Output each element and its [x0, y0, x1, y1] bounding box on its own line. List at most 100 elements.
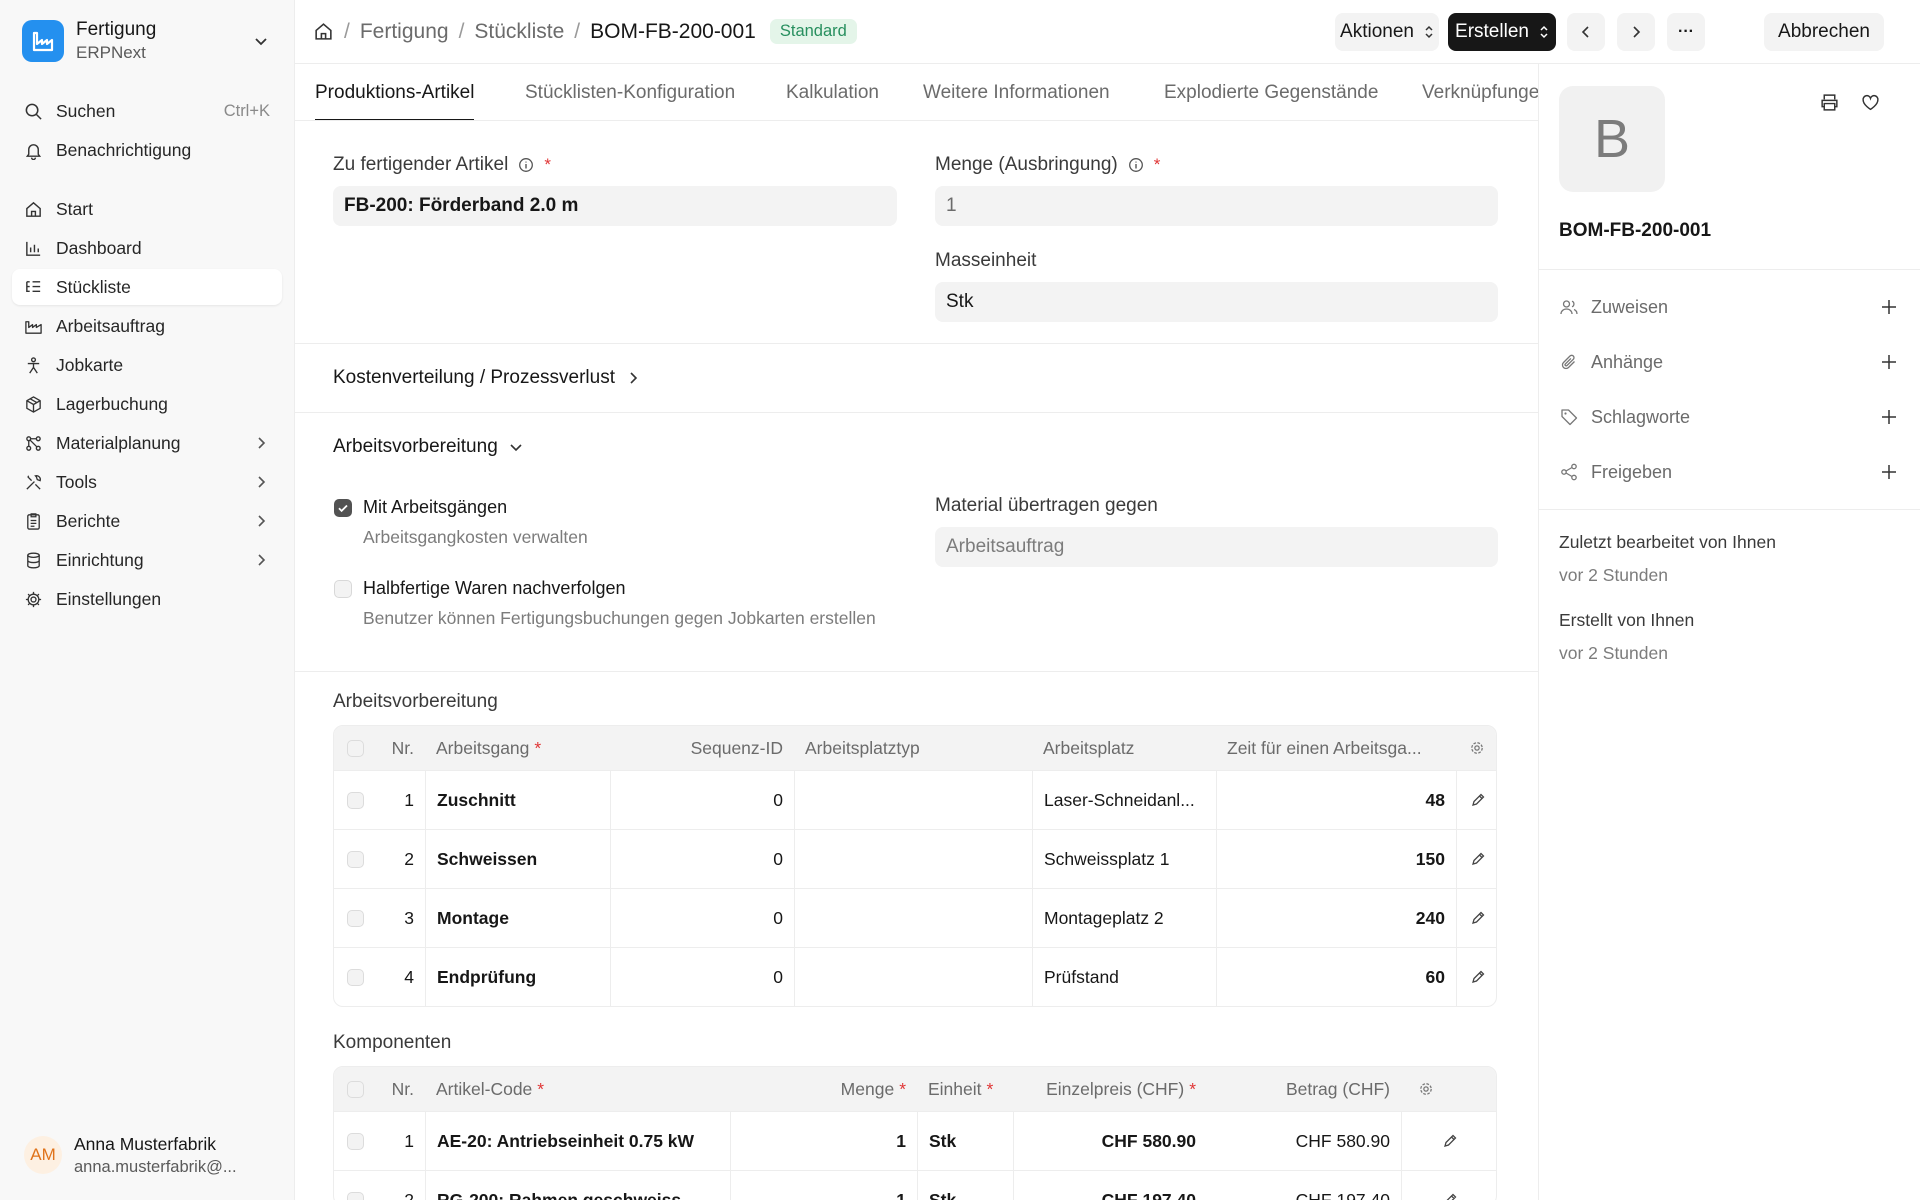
- notifications-button[interactable]: Benachrichtigung: [12, 132, 282, 168]
- item-input[interactable]: FB-200: Förderband 2.0 m: [333, 186, 897, 226]
- table-row[interactable]: 1 Zuschnitt 0 Laser-Schneidanl... 48: [334, 770, 1496, 829]
- cell-time[interactable]: 150: [1216, 830, 1456, 888]
- row-checkbox[interactable]: [334, 948, 376, 1006]
- row-checkbox[interactable]: [334, 1171, 376, 1200]
- ops-section-toggle[interactable]: Arbeitsvorbereitung: [333, 436, 524, 458]
- cell-uom[interactable]: Stk: [917, 1112, 1013, 1170]
- sidebar-item-jobkarte[interactable]: Jobkarte: [12, 347, 282, 383]
- edit-row-button[interactable]: [1401, 1171, 1496, 1200]
- heart-icon[interactable]: [1860, 92, 1881, 113]
- row-checkbox[interactable]: [334, 889, 376, 947]
- app-switcher[interactable]: Fertigung ERPNext: [12, 12, 282, 70]
- user-menu[interactable]: AM Anna Musterfabrik anna.musterfabrik@.…: [12, 1124, 282, 1186]
- cell-item-code[interactable]: AE-20: Antriebseinheit 0.75 kW: [425, 1112, 730, 1170]
- cell-qty[interactable]: 1: [730, 1171, 917, 1200]
- qty-input[interactable]: 1: [935, 186, 1498, 226]
- search-button[interactable]: Suchen Ctrl+K: [12, 93, 282, 129]
- edit-row-button[interactable]: [1456, 771, 1496, 829]
- table-row[interactable]: 3 Montage 0 Montageplatz 2 240: [334, 888, 1496, 947]
- cell-rate[interactable]: CHF 580.90: [1013, 1112, 1207, 1170]
- create-button[interactable]: Erstellen: [1448, 13, 1556, 51]
- table-row[interactable]: 1 AE-20: Antriebseinheit 0.75 kW 1 Stk C…: [334, 1111, 1496, 1170]
- tags-row[interactable]: Schlagworte: [1559, 402, 1899, 432]
- plus-icon[interactable]: [1879, 297, 1899, 322]
- sidebar-item-dashboard[interactable]: Dashboard: [12, 230, 282, 266]
- document-avatar[interactable]: B: [1559, 86, 1665, 192]
- edit-row-button[interactable]: [1401, 1112, 1496, 1170]
- cell-rate[interactable]: CHF 197.40: [1013, 1171, 1207, 1200]
- sidebar-item-berichte[interactable]: Berichte: [12, 503, 282, 539]
- cell-workstation[interactable]: Laser-Schneidanl...: [1032, 771, 1216, 829]
- column-settings-button[interactable]: [1401, 1067, 1450, 1111]
- cell-qty[interactable]: 1: [730, 1112, 917, 1170]
- sidebar-item-materialplanung[interactable]: Materialplanung: [12, 425, 282, 461]
- cell-sequence[interactable]: 0: [610, 948, 794, 1006]
- cell-workstation-type[interactable]: [794, 948, 1032, 1006]
- cell-sequence[interactable]: 0: [610, 889, 794, 947]
- share-row[interactable]: Freigeben: [1559, 457, 1899, 487]
- row-checkbox[interactable]: [334, 771, 376, 829]
- cell-workstation[interactable]: Montageplatz 2: [1032, 889, 1216, 947]
- uom-input[interactable]: Stk: [935, 282, 1498, 322]
- cell-operation[interactable]: Montage: [425, 889, 610, 947]
- home-icon[interactable]: [313, 21, 334, 42]
- cell-operation[interactable]: Zuschnitt: [425, 771, 610, 829]
- row-checkbox[interactable]: [334, 1112, 376, 1170]
- next-button[interactable]: [1617, 13, 1655, 51]
- cell-operation[interactable]: Schweissen: [425, 830, 610, 888]
- track-semi-finished-checkbox[interactable]: [334, 580, 352, 598]
- table-row[interactable]: 2 Schweissen 0 Schweissplatz 1 150: [334, 829, 1496, 888]
- sidebar-item-einstellungen[interactable]: Einstellungen: [12, 581, 282, 617]
- tab-weitere-informationen[interactable]: Weitere Informationen: [923, 64, 1110, 120]
- breadcrumb-stueckliste[interactable]: Stückliste: [474, 20, 564, 44]
- printer-icon[interactable]: [1819, 92, 1840, 113]
- cell-time[interactable]: 48: [1216, 771, 1456, 829]
- sidebar-item-arbeitsauftrag[interactable]: Arbeitsauftrag: [12, 308, 282, 344]
- plus-icon[interactable]: [1879, 407, 1899, 432]
- plus-icon[interactable]: [1879, 462, 1899, 487]
- cell-workstation-type[interactable]: [794, 771, 1032, 829]
- tab-produktions-artikel[interactable]: Produktions-Artikel: [315, 64, 475, 120]
- cell-sequence[interactable]: 0: [610, 830, 794, 888]
- assign-row[interactable]: Zuweisen: [1559, 292, 1899, 322]
- breadcrumb-fertigung[interactable]: Fertigung: [360, 20, 449, 44]
- cell-item-code[interactable]: RG-200: Rahmen geschweiss...: [425, 1171, 730, 1200]
- edit-row-button[interactable]: [1456, 948, 1496, 1006]
- sidebar-item-lagerbuchung[interactable]: Lagerbuchung: [12, 386, 282, 422]
- attachments-row[interactable]: Anhänge: [1559, 347, 1899, 377]
- cell-workstation-type[interactable]: [794, 830, 1032, 888]
- tab-verknuepfungen[interactable]: Verknüpfungen: [1422, 64, 1538, 120]
- with-operations-checkbox[interactable]: [334, 499, 352, 517]
- sidebar-item-einrichtung[interactable]: Einrichtung: [12, 542, 282, 578]
- sidebar-item-start[interactable]: Start: [12, 191, 282, 227]
- previous-button[interactable]: [1567, 13, 1605, 51]
- edit-row-button[interactable]: [1456, 830, 1496, 888]
- actions-button[interactable]: Aktionen: [1335, 13, 1439, 51]
- tab-kalkulation[interactable]: Kalkulation: [786, 64, 879, 120]
- select-all-checkbox[interactable]: [334, 1067, 376, 1111]
- row-checkbox[interactable]: [334, 830, 376, 888]
- column-settings-button[interactable]: [1456, 726, 1496, 770]
- cell-sequence[interactable]: 0: [610, 771, 794, 829]
- cost-section-toggle[interactable]: Kostenverteilung / Prozessverlust: [333, 367, 641, 389]
- cell-time[interactable]: 60: [1216, 948, 1456, 1006]
- cell-workstation[interactable]: Prüfstand: [1032, 948, 1216, 1006]
- edit-row-button[interactable]: [1456, 889, 1496, 947]
- cell-operation[interactable]: Endprüfung: [425, 948, 610, 1006]
- table-row[interactable]: 2 RG-200: Rahmen geschweiss... 1 Stk CHF…: [334, 1170, 1496, 1200]
- cell-workstation-type[interactable]: [794, 889, 1032, 947]
- plus-icon[interactable]: [1879, 352, 1899, 377]
- sidebar-item-tools[interactable]: Tools: [12, 464, 282, 500]
- cell-time[interactable]: 240: [1216, 889, 1456, 947]
- cancel-button[interactable]: Abbrechen: [1764, 13, 1884, 51]
- tab-stuecklisten-konfiguration[interactable]: Stücklisten-Konfiguration: [525, 64, 735, 120]
- more-button[interactable]: ···: [1667, 13, 1705, 51]
- table-row[interactable]: 4 Endprüfung 0 Prüfstand 60: [334, 947, 1496, 1006]
- sidebar-item-stueckliste[interactable]: Stückliste: [12, 269, 282, 305]
- cell-uom[interactable]: Stk: [917, 1171, 1013, 1200]
- select-all-checkbox[interactable]: [334, 726, 376, 770]
- transfer-select[interactable]: Arbeitsauftrag: [935, 527, 1498, 567]
- tab-explodierte-gegenstaende[interactable]: Explodierte Gegenstände: [1164, 64, 1378, 120]
- cell-workstation[interactable]: Schweissplatz 1: [1032, 830, 1216, 888]
- components-table-title: Komponenten: [333, 1032, 452, 1053]
